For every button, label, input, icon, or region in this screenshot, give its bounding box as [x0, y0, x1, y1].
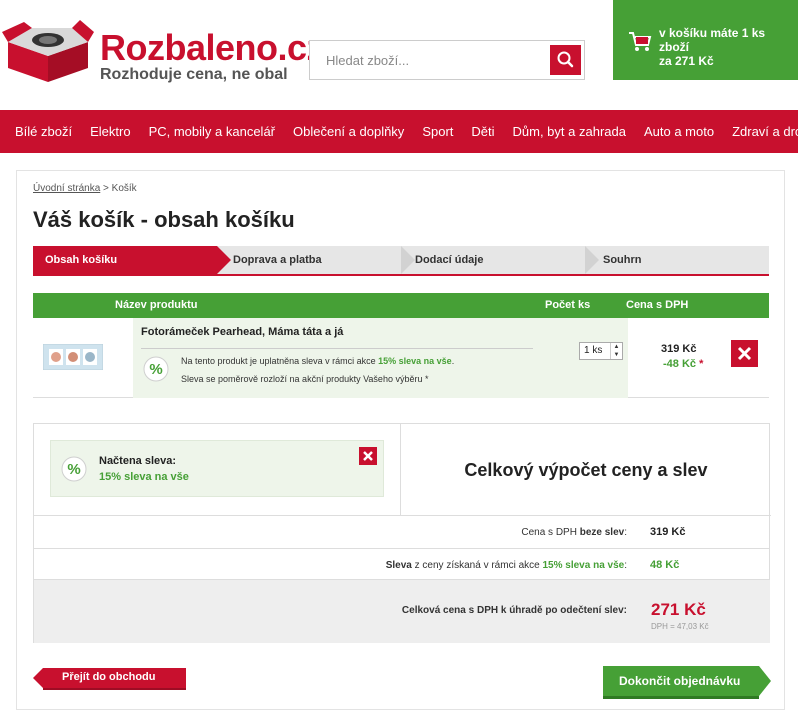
quantity-value: 1 ks [584, 345, 603, 356]
cart-table-header: Název produktu Počet ks Cena s DPH [33, 293, 769, 318]
search-button[interactable] [550, 45, 581, 75]
steps-underline [33, 274, 769, 276]
logo-name: Rozbaleno.cz [100, 27, 325, 68]
promo-text-prefix: Na tento produkt je uplatněna sleva v rá… [181, 356, 376, 366]
site-header: Rozbaleno.cz Rozhoduje cena, ne obal v k… [0, 0, 798, 110]
item-price: 319 Kč [661, 343, 697, 355]
step-shipping-payment-label: Doprava a platba [233, 254, 322, 266]
summary-row-discount: Sleva z ceny získaná v rámci akce 15% sl… [34, 549, 770, 580]
search-bar [309, 40, 585, 80]
step-summary-label: Souhrn [603, 254, 642, 266]
percent-icon: % [143, 356, 169, 382]
step-delivery-details-label: Dodací údaje [415, 254, 484, 266]
search-input[interactable] [310, 41, 546, 79]
remove-coupon-button[interactable] [359, 447, 377, 465]
price-summary: % Načtena sleva: 15% sleva na vše Celkov… [33, 423, 771, 643]
nav-item-elektro[interactable]: Elektro [81, 110, 139, 153]
header-quantity: Počet ks [545, 299, 591, 311]
summary-row-base: Cena s DPH beze slev: 319 Kč [34, 516, 770, 549]
page-title: Váš košík - obsah košíku [33, 207, 295, 232]
coupon-value: 15% sleva na vše [99, 471, 189, 483]
close-icon [363, 451, 373, 461]
svg-text:%: % [67, 461, 80, 478]
summary-total-label: Celková cena s DPH k úhradě po odečtení … [401, 605, 627, 616]
divider [141, 348, 533, 349]
header-product-name: Název produktu [115, 299, 198, 311]
step-arrow [401, 246, 415, 274]
coupon-zone: % Načtena sleva: 15% sleva na vše [34, 424, 401, 516]
svg-text:%: % [149, 361, 162, 378]
nav-item-auto-moto[interactable]: Auto a moto [635, 110, 723, 153]
nav-item-deti[interactable]: Děti [462, 110, 503, 153]
quantity-spin-icon[interactable]: ▲ ▼ [610, 343, 622, 359]
step-arrow-active [217, 246, 231, 274]
promo-text: Na tento produkt je uplatněna sleva v rá… [181, 356, 455, 366]
product-image[interactable] [43, 344, 103, 370]
cart-count-line: v košíku máte 1 ks zboží [659, 26, 766, 54]
breadcrumb-current: Košík [111, 183, 137, 194]
nav-item-sport[interactable]: Sport [413, 110, 462, 153]
header-price: Cena s DPH [626, 299, 689, 311]
close-icon [737, 346, 752, 361]
cart-content: Úvodní stránka > Košík Váš košík - obsah… [16, 170, 785, 710]
checkout-steps: Souhrn Dodací údaje Doprava a platba Obs… [33, 246, 769, 276]
summary-vat-note: DPH = 47,03 Kč [651, 622, 709, 631]
finish-order-button[interactable]: Dokončit objednávku [603, 666, 771, 700]
summary-discount-value: 48 Kč [650, 559, 680, 571]
coupon-title: Načtena sleva: [99, 455, 177, 467]
step-cart-contents: Obsah košíku [33, 246, 217, 274]
summary-base-value: 319 Kč [650, 526, 686, 538]
item-discount: -48 Kč * [663, 358, 703, 370]
product-name[interactable]: Fotorámeček Pearhead, Máma táta a já [141, 326, 343, 338]
summary-row-total: Celková cena s DPH k úhradě po odečtení … [34, 580, 770, 643]
main-navigation: Bílé zboží Elektro PC, mobily a kancelář… [0, 110, 798, 153]
breadcrumb-home-link[interactable]: Úvodní stránka [33, 183, 100, 194]
logo-tagline: Rozhoduje cena, ne obal [100, 66, 288, 83]
step-cart-contents-label: Obsah košíku [45, 254, 118, 266]
summary-total-value: 271 Kč [651, 600, 706, 619]
step-arrow [585, 246, 599, 274]
search-icon [557, 51, 574, 68]
summary-title: Celkový výpočet ceny a slev [401, 424, 771, 516]
nav-item-pc-mobily[interactable]: PC, mobily a kancelář [140, 110, 284, 153]
promo-note: Sleva se poměrově rozloží na akční produ… [181, 374, 429, 384]
breadcrumb: Úvodní stránka > Košík [33, 183, 137, 194]
logo[interactable]: Rozbaleno.cz Rozhoduje cena, ne obal [2, 16, 325, 88]
quantity-stepper[interactable]: 1 ks ▲ ▼ [579, 342, 623, 360]
logo-box-icon [2, 20, 94, 82]
item-discount-value: -48 Kč [663, 358, 697, 370]
continue-shopping-label: Přejít do obchodu [62, 671, 156, 683]
product-info: Fotorámeček Pearhead, Máma táta a já % N… [133, 318, 628, 398]
nav-item-obleceni[interactable]: Oblečení a doplňky [284, 110, 413, 153]
nav-item-dum-byt[interactable]: Dům, byt a zahrada [504, 110, 635, 153]
cart-summary-text: v košíku máte 1 ks zboží za 271 Kč [659, 26, 798, 68]
finish-order-label: Dokončit objednávku [619, 674, 741, 688]
remove-item-button[interactable] [731, 340, 758, 367]
summary-discount-label: Sleva z ceny získaná v rámci akce 15% sl… [385, 560, 627, 571]
shopping-cart-icon [629, 32, 652, 51]
nav-item-bile-zbozi[interactable]: Bílé zboží [6, 110, 81, 153]
summary-base-label: Cena s DPH beze slev: [521, 527, 627, 538]
cart-widget[interactable]: v košíku máte 1 ks zboží za 271 Kč [613, 0, 798, 80]
cart-total-line: za 271 Kč [659, 54, 714, 68]
cart-item-row: Fotorámeček Pearhead, Máma táta a já % N… [33, 318, 769, 398]
nav-item-zdravi[interactable]: Zdraví a drogerie [723, 110, 798, 153]
percent-icon: % [61, 456, 87, 482]
promo-name: 15% sleva na vše [378, 356, 452, 366]
applied-coupon: % Načtena sleva: 15% sleva na vše [50, 440, 384, 497]
continue-shopping-button[interactable]: Přejít do obchodu [33, 668, 186, 690]
item-discount-mark: * [699, 358, 704, 370]
breadcrumb-separator: > [103, 183, 109, 194]
